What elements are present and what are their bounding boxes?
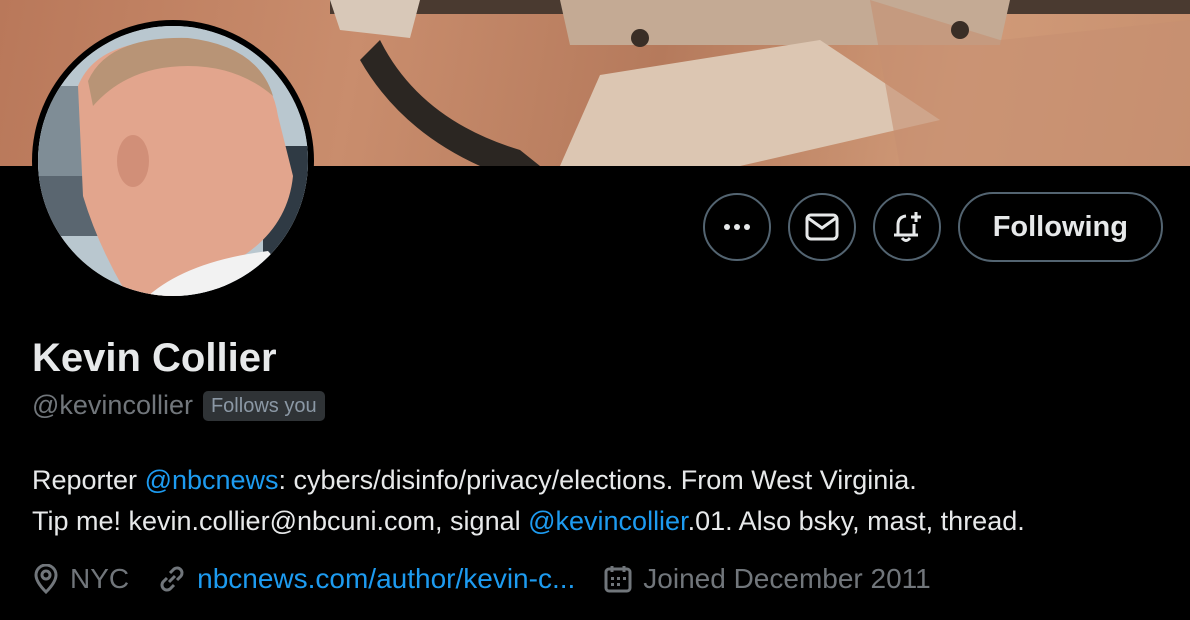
location-text: NYC <box>70 563 130 594</box>
display-name: Kevin Collier <box>32 336 277 380</box>
calendar-icon <box>604 566 632 593</box>
mention-link[interactable]: @kevincollier <box>528 506 687 536</box>
follows-you-badge: Follows you <box>202 390 325 421</box>
more-icon <box>723 224 750 230</box>
bio: Reporter @nbcnews: cybers/disinfo/privac… <box>32 460 1172 542</box>
bio-text: Reporter <box>32 465 145 495</box>
bio-line-2: Tip me! kevin.collier@nbcuni.com, signal… <box>32 501 1172 542</box>
message-button[interactable] <box>787 193 856 261</box>
more-button[interactable] <box>702 193 771 261</box>
bio-line-1: Reporter @nbcnews: cybers/disinfo/privac… <box>32 460 1172 501</box>
joined-text: Joined December 2011 <box>643 563 931 594</box>
location: NYC <box>32 563 129 595</box>
website-link[interactable]: nbcnews.com/author/kevin-c... <box>197 563 575 595</box>
bio-text: : cybers/disinfo/privacy/elections. From… <box>278 465 917 495</box>
mail-icon <box>805 213 839 241</box>
bio-text: Tip me! kevin.collier@nbcuni.com, signal <box>32 506 529 536</box>
bell-plus-icon <box>893 212 921 242</box>
join-date: Joined December 2011 <box>603 563 931 595</box>
handle-row: @kevincollier Follows you <box>32 390 325 421</box>
avatar-photo <box>38 26 308 296</box>
website: nbcnews.com/author/kevin-c... <box>157 563 575 595</box>
profile-actions: Following <box>702 192 1163 262</box>
profile-meta: NYC nbcnews.com/author/kevin-c... Joined… <box>32 563 959 595</box>
following-button[interactable]: Following <box>957 192 1163 262</box>
bio-text: .01. Also bsky, mast, thread. <box>687 506 1025 536</box>
username: @kevincollier <box>32 390 193 420</box>
notify-button[interactable] <box>872 193 941 261</box>
avatar[interactable] <box>32 20 314 302</box>
link-icon <box>160 566 184 592</box>
mention-link[interactable]: @nbcnews <box>145 465 279 495</box>
location-pin-icon <box>34 564 58 594</box>
